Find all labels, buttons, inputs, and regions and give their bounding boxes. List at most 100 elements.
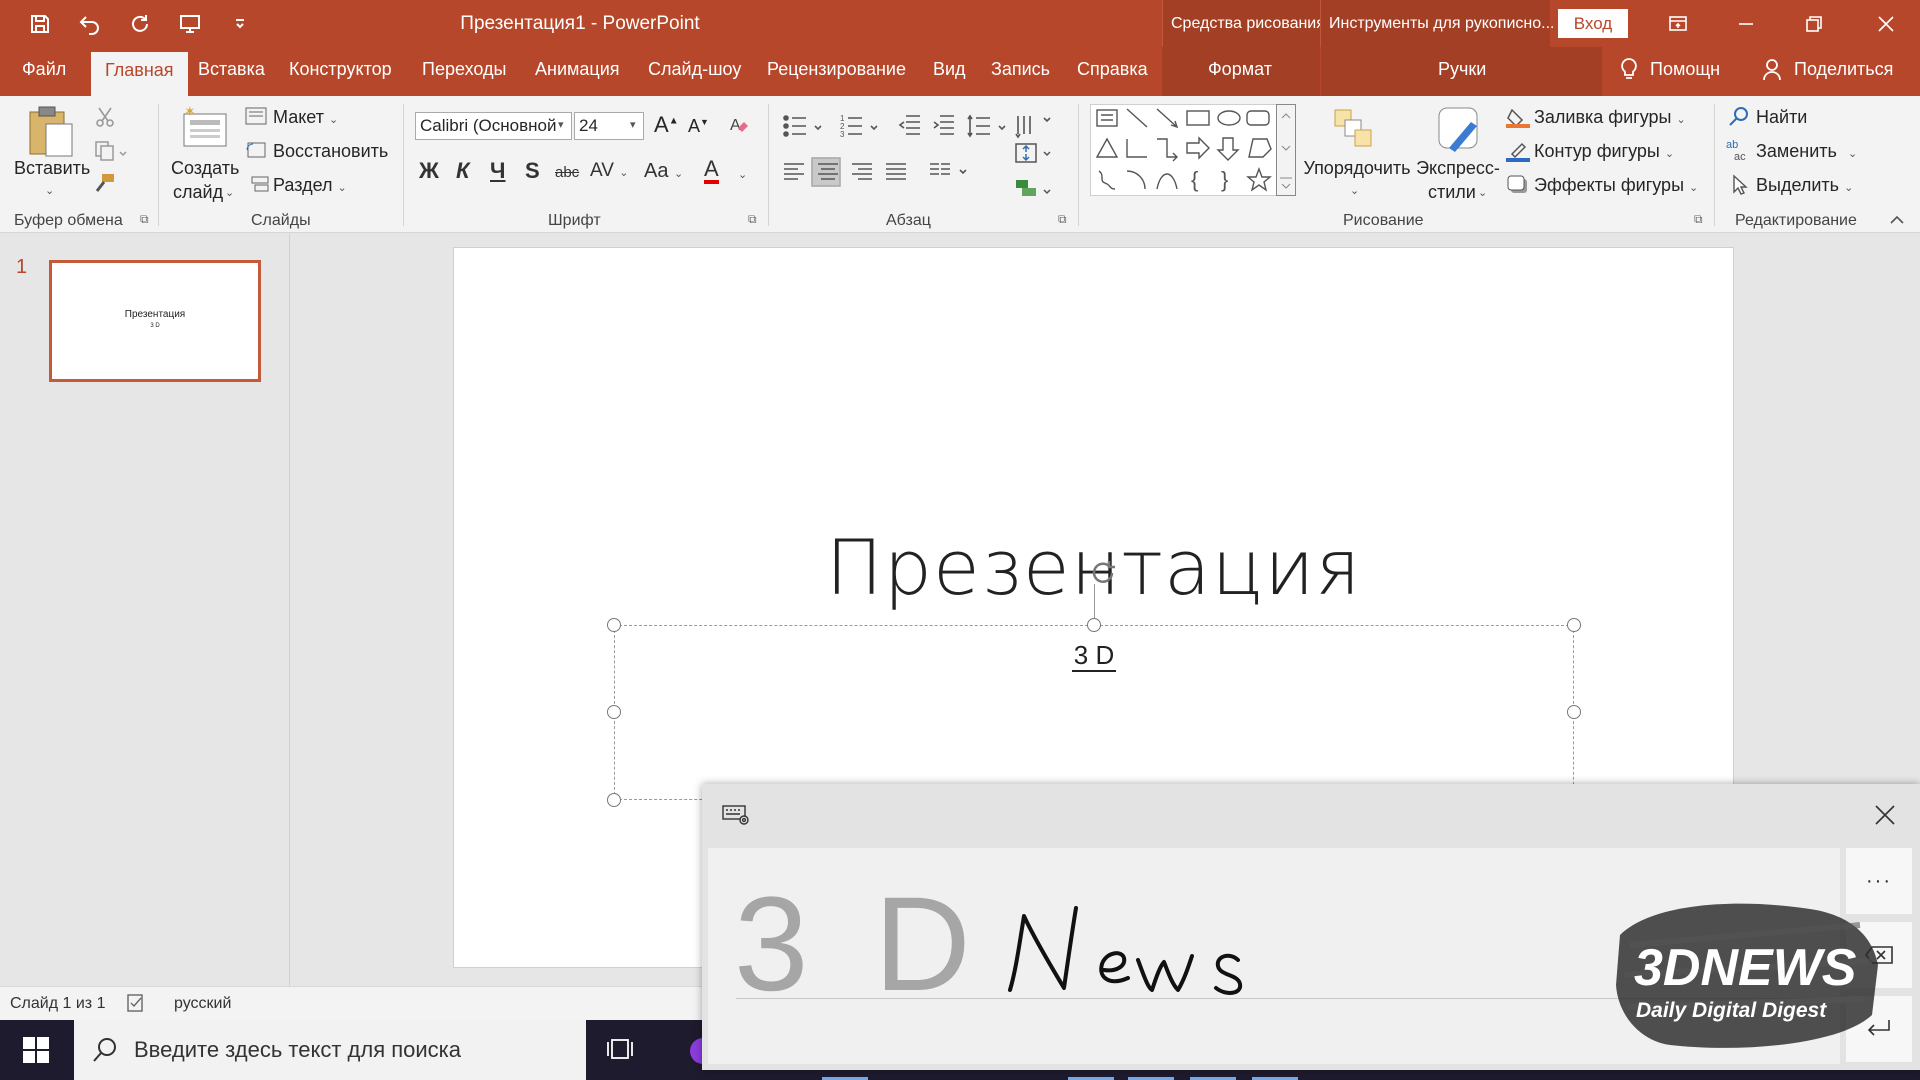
font-color-button[interactable]: A [704, 158, 719, 184]
resize-handle-top-right[interactable] [1567, 618, 1581, 632]
cut-button[interactable] [94, 106, 116, 128]
replace-button[interactable]: Заменить ⌄ [1756, 141, 1857, 162]
subtitle-placeholder[interactable]: 3 D [614, 625, 1574, 800]
rotate-handle-icon[interactable] [1088, 559, 1118, 589]
align-text-button[interactable] [1014, 140, 1054, 166]
freeform-shape-icon[interactable] [1248, 138, 1272, 158]
right-brace-icon[interactable]: } [1221, 167, 1228, 192]
elbow-connector-icon[interactable] [1126, 139, 1147, 158]
shape-outline-button[interactable]: Контур фигуры ⌄ [1534, 141, 1674, 162]
arrange-caret[interactable]: ⌄ [1350, 184, 1359, 197]
triangle-shape-icon[interactable] [1095, 137, 1119, 158]
start-button[interactable] [0, 1020, 72, 1080]
language-indicator[interactable]: русский [174, 995, 231, 1013]
line-shape-icon[interactable] [1126, 108, 1148, 128]
tab-review[interactable]: Рецензирование [767, 59, 906, 80]
paragraph-launcher[interactable]: ⧉ [1058, 212, 1067, 227]
shapes-scroll[interactable] [1276, 104, 1296, 196]
tab-pens[interactable]: Ручки [1438, 59, 1486, 80]
slide-thumbnail[interactable]: Презентация 3 D [49, 260, 261, 382]
bold-button[interactable]: Ж [419, 158, 439, 184]
reset-button[interactable]: Восстановить [273, 141, 388, 162]
sign-in-button[interactable]: Вход [1558, 9, 1628, 38]
shapes-gallery[interactable]: { } [1090, 104, 1295, 196]
tab-format[interactable]: Формат [1208, 59, 1272, 80]
underline-button[interactable]: Ч [490, 158, 505, 184]
copy-button[interactable] [94, 140, 128, 162]
tab-view[interactable]: Вид [933, 59, 966, 80]
quick-styles-label-2[interactable]: стили [1428, 182, 1476, 203]
share-button[interactable]: Поделиться [1762, 57, 1893, 81]
decrease-indent-icon[interactable] [898, 115, 920, 135]
drawing-launcher[interactable]: ⧉ [1694, 212, 1703, 227]
align-right-icon[interactable] [852, 163, 872, 180]
clipboard-launcher[interactable]: ⧉ [140, 212, 149, 227]
align-left-icon[interactable] [784, 163, 804, 180]
new-slide-label-2[interactable]: слайд [173, 182, 223, 203]
right-arrow-shape-icon[interactable] [1186, 136, 1210, 160]
tab-home[interactable]: Главная [91, 52, 188, 96]
restore-button[interactable] [1780, 0, 1848, 47]
tab-help[interactable]: Справка [1077, 59, 1148, 80]
resize-handle-right[interactable] [1567, 705, 1581, 719]
increase-indent-icon[interactable] [933, 115, 954, 135]
elbow-arrow-icon[interactable] [1157, 138, 1178, 162]
bullets-icon[interactable] [783, 115, 822, 137]
minimize-button[interactable] [1712, 0, 1780, 47]
font-launcher[interactable]: ⧉ [748, 212, 757, 227]
collapse-ribbon-button[interactable] [1888, 214, 1906, 226]
grow-font-button[interactable]: A▲ [654, 112, 679, 138]
arrange-button[interactable]: Упорядочить [1300, 158, 1414, 179]
tab-file[interactable]: Файл [22, 59, 66, 80]
down-arrow-shape-icon[interactable] [1216, 137, 1240, 161]
quick-styles-caret[interactable]: ⌄ [1478, 186, 1487, 199]
select-button[interactable]: Выделить ⌄ [1756, 175, 1853, 196]
star-shape-icon[interactable] [1246, 167, 1272, 192]
new-slide-caret[interactable]: ⌄ [225, 186, 234, 199]
new-slide-label-1[interactable]: Создать [171, 158, 239, 179]
ribbon-display-options-button[interactable] [1644, 0, 1712, 47]
close-icon[interactable] [1874, 804, 1896, 826]
scribble-shape-icon[interactable] [1098, 170, 1116, 190]
tab-slideshow[interactable]: Слайд-шоу [648, 59, 741, 80]
arrow-shape-icon[interactable] [1156, 108, 1179, 129]
resize-handle-top[interactable] [1087, 618, 1101, 632]
textbox-shape-icon[interactable] [1096, 109, 1118, 127]
paste-button[interactable] [26, 104, 76, 160]
shadow-button[interactable]: S [525, 158, 540, 184]
rectangle-shape-icon[interactable] [1186, 110, 1210, 126]
numbering-icon[interactable]: 123 [840, 114, 878, 139]
section-button[interactable]: Раздел ⌄ [273, 175, 347, 196]
rounded-rect-shape-icon[interactable] [1246, 110, 1270, 126]
columns-icon[interactable] [930, 163, 967, 175]
clear-formatting-button[interactable]: A [728, 114, 750, 136]
resize-handle-top-left[interactable] [607, 618, 621, 632]
new-slide-button[interactable]: ✶ [180, 104, 230, 152]
shape-effects-button[interactable]: Эффекты фигуры ⌄ [1534, 175, 1698, 196]
find-button[interactable]: Найти [1756, 107, 1807, 128]
font-color-caret[interactable]: ⌄ [738, 168, 747, 181]
text-direction-icon[interactable] [1015, 116, 1051, 139]
subtitle-text[interactable]: 3 D [615, 640, 1573, 672]
tab-insert[interactable]: Вставка [198, 59, 265, 80]
italic-button[interactable]: К [456, 158, 470, 184]
line-spacing-icon[interactable] [967, 114, 1006, 138]
font-name-combo[interactable]: Calibri (Основной [415, 112, 572, 140]
close-button[interactable] [1852, 0, 1920, 47]
spellcheck-icon[interactable] [126, 993, 148, 1018]
paste-label[interactable]: Вставить [14, 158, 90, 179]
resize-handle-left[interactable] [607, 705, 621, 719]
shrink-font-button[interactable]: A▼ [688, 116, 709, 137]
strikethrough-button[interactable]: abc [555, 164, 579, 181]
tab-design[interactable]: Конструктор [289, 59, 392, 80]
oval-shape-icon[interactable] [1217, 110, 1241, 126]
quick-styles-label-1[interactable]: Экспресс- [1412, 158, 1504, 179]
change-case-button[interactable]: Aa ⌄ [644, 160, 683, 183]
task-view-button[interactable] [606, 1036, 634, 1067]
resize-handle-bottom-left[interactable] [607, 793, 621, 807]
char-spacing-button[interactable]: AV ⌄ [590, 160, 628, 182]
taskbar-search[interactable]: Введите здесь текст для поиска [74, 1020, 586, 1080]
tab-record[interactable]: Запись [991, 59, 1050, 80]
justify-icon[interactable] [886, 163, 906, 180]
format-painter-button[interactable] [94, 172, 116, 194]
